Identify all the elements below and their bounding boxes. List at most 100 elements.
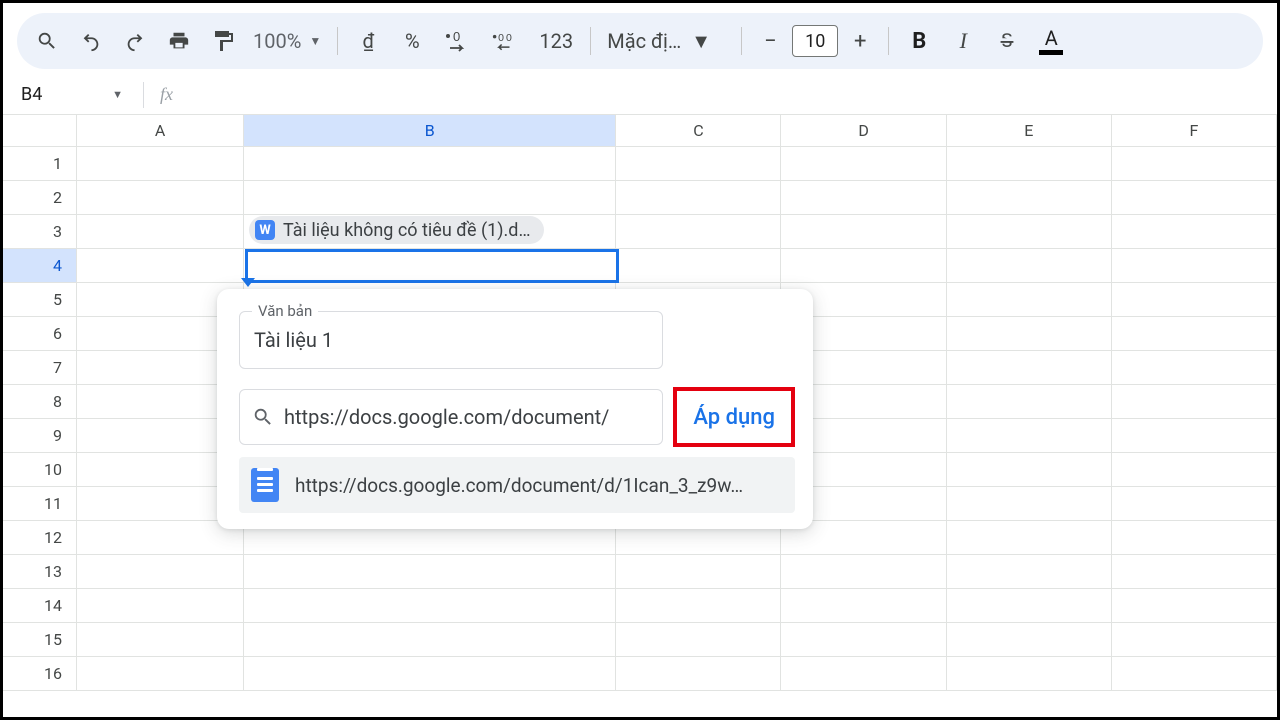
cell[interactable] — [1112, 487, 1277, 521]
cell[interactable] — [77, 589, 244, 623]
row-header-15[interactable]: 15 — [3, 623, 77, 657]
column-header-D[interactable]: D — [781, 115, 946, 147]
cell[interactable] — [616, 657, 781, 691]
name-box[interactable]: B4 ▼ — [3, 75, 133, 115]
italic-button[interactable]: I — [943, 28, 983, 54]
cell[interactable] — [616, 555, 781, 589]
cell[interactable] — [77, 181, 244, 215]
cell[interactable] — [1112, 453, 1277, 487]
cell[interactable] — [781, 589, 946, 623]
row-header-3[interactable]: 3 — [3, 215, 77, 249]
redo-icon[interactable] — [115, 21, 155, 61]
cell[interactable] — [947, 249, 1112, 283]
column-header-B[interactable]: B — [244, 115, 616, 147]
row-header-16[interactable]: 16 — [3, 657, 77, 691]
print-icon[interactable] — [159, 21, 199, 61]
cell[interactable] — [947, 589, 1112, 623]
cell[interactable] — [1112, 283, 1277, 317]
column-header-A[interactable]: A — [77, 115, 244, 147]
paint-format-icon[interactable] — [203, 21, 243, 61]
cell[interactable] — [947, 147, 1112, 181]
row-header-1[interactable]: 1 — [3, 147, 77, 181]
row-header-2[interactable]: 2 — [3, 181, 77, 215]
increase-decimal-button[interactable]: 00 — [484, 21, 528, 61]
cell[interactable] — [947, 453, 1112, 487]
row-header-5[interactable]: 5 — [3, 283, 77, 317]
text-color-button[interactable]: A — [1031, 21, 1071, 61]
cell[interactable] — [781, 147, 946, 181]
cell[interactable] — [1112, 555, 1277, 589]
row-header-12[interactable]: 12 — [3, 521, 77, 555]
currency-format-button[interactable]: ₫ — [348, 21, 388, 61]
cell[interactable] — [781, 181, 946, 215]
row-header-8[interactable]: 8 — [3, 385, 77, 419]
cell[interactable] — [1112, 147, 1277, 181]
cell[interactable] — [616, 215, 781, 249]
cell[interactable] — [77, 249, 244, 283]
cell[interactable] — [616, 623, 781, 657]
cell[interactable] — [77, 215, 244, 249]
cell[interactable] — [947, 317, 1112, 351]
row-header-11[interactable]: 11 — [3, 487, 77, 521]
cell[interactable] — [947, 521, 1112, 555]
cell[interactable] — [244, 623, 616, 657]
cell[interactable] — [244, 657, 616, 691]
cell[interactable] — [1112, 181, 1277, 215]
cell[interactable] — [1112, 385, 1277, 419]
cell[interactable] — [947, 181, 1112, 215]
cell[interactable] — [947, 657, 1112, 691]
select-all-corner[interactable] — [3, 115, 77, 147]
cell[interactable] — [781, 215, 946, 249]
cell[interactable] — [244, 181, 616, 215]
cell[interactable] — [77, 521, 244, 555]
cell[interactable] — [781, 657, 946, 691]
row-header-13[interactable]: 13 — [3, 555, 77, 589]
font-size-input[interactable]: 10 — [792, 25, 838, 57]
increase-font-size-button[interactable]: + — [842, 23, 878, 59]
cell[interactable] — [1112, 317, 1277, 351]
zoom-dropdown[interactable]: 100% ▼ — [247, 29, 327, 53]
row-header-10[interactable]: 10 — [3, 453, 77, 487]
cell[interactable] — [947, 623, 1112, 657]
undo-icon[interactable] — [71, 21, 111, 61]
cell[interactable] — [244, 555, 616, 589]
cell[interactable] — [781, 623, 946, 657]
cell[interactable] — [1112, 589, 1277, 623]
cell[interactable] — [947, 487, 1112, 521]
decrease-decimal-button[interactable]: 0 — [436, 21, 480, 61]
cell[interactable] — [1112, 419, 1277, 453]
percent-format-button[interactable]: % — [392, 29, 432, 53]
link-text-field[interactable]: Văn bản Tài liệu 1 — [239, 311, 663, 369]
row-header-14[interactable]: 14 — [3, 589, 77, 623]
row-header-6[interactable]: 6 — [3, 317, 77, 351]
decrease-font-size-button[interactable]: − — [752, 23, 788, 59]
link-suggestion[interactable]: https://docs.google.com/document/d/1Ican… — [239, 457, 795, 513]
file-chip[interactable]: W Tài liệu không có tiêu đề (1).d… — [249, 216, 544, 244]
column-header-E[interactable]: E — [947, 115, 1112, 147]
cell[interactable] — [616, 249, 781, 283]
cell[interactable] — [616, 147, 781, 181]
cell[interactable] — [947, 351, 1112, 385]
row-header-7[interactable]: 7 — [3, 351, 77, 385]
link-url-field[interactable]: https://docs.google.com/document/ — [239, 389, 663, 445]
cell[interactable] — [1112, 521, 1277, 555]
active-cell[interactable] — [245, 249, 619, 283]
row-header-9[interactable]: 9 — [3, 419, 77, 453]
strikethrough-button[interactable] — [987, 21, 1027, 61]
search-icon[interactable] — [27, 21, 67, 61]
bold-button[interactable]: B — [899, 29, 939, 54]
cell[interactable] — [947, 555, 1112, 589]
font-family-dropdown[interactable]: Mặc đị… ▼ — [601, 29, 731, 54]
cell[interactable] — [1112, 657, 1277, 691]
cell[interactable] — [947, 283, 1112, 317]
cell[interactable] — [77, 147, 244, 181]
cell[interactable] — [1112, 249, 1277, 283]
row-header-4[interactable]: 4 — [3, 249, 77, 283]
cell[interactable] — [77, 623, 244, 657]
cell[interactable] — [947, 215, 1112, 249]
column-header-F[interactable]: F — [1112, 115, 1277, 147]
cell[interactable] — [1112, 623, 1277, 657]
cell[interactable] — [1112, 215, 1277, 249]
cell[interactable] — [947, 385, 1112, 419]
cell[interactable] — [77, 555, 244, 589]
